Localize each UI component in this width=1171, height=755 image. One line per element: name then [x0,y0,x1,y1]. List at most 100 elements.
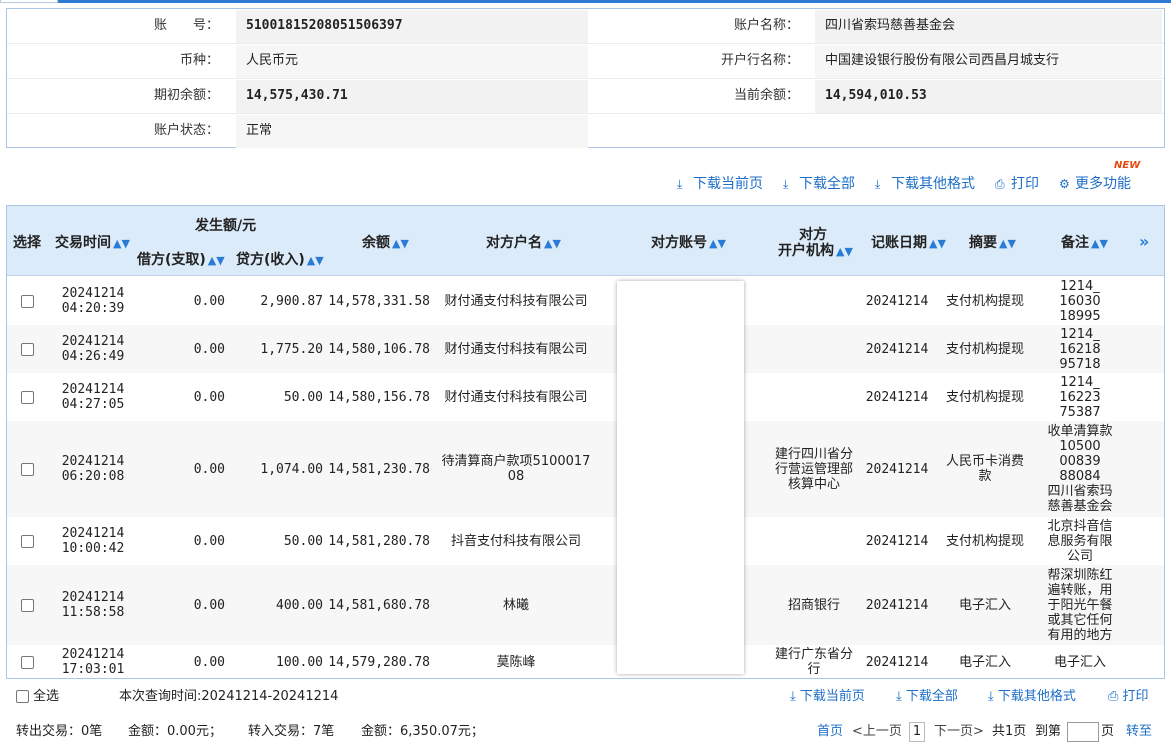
sort-icon[interactable]: ▲▼ [544,237,561,250]
table-row[interactable]: 20241214 10:00:42 0.00 50.00 14,581,280.78 抖音… [7,517,1164,565]
sort-icon[interactable]: ▲▼ [929,237,946,250]
summary-in-count: 转入交易：7笔 [248,724,335,739]
active-tab[interactable] [0,0,58,3]
header-balance[interactable]: 余额 ▲▼ [362,232,409,252]
table-footer: 全选 本次查询时间:20241214-20241214 ⤓ 下载当前页 ⤓ 下载… [0,685,1171,709]
remark-cell: 1214_ 16030 18995 [1037,277,1123,325]
table-row[interactable]: 20241214 11:58:58 0.00 400.00 14,581,680.78 林… [7,565,1164,645]
time-cell: 20241214 11:58:58 [51,565,135,645]
page-unit: 页 [1101,724,1115,739]
header-booking-date[interactable]: 记账日期 ▲▼ [871,232,946,252]
remark-text: 1214_ 16223 75387 [1059,374,1101,420]
table-row[interactable]: 20241214 17:03:01 0.00 100.00 14,579,280.78 莫… [7,645,1164,678]
row-checkbox[interactable] [20,294,34,308]
more-functions-link[interactable]: ⚙ 更多功能 [1059,174,1131,194]
header-credit[interactable]: 贷方(收入) ▲▼ [236,249,324,269]
row-checkbox[interactable] [20,342,34,356]
download-icon: ⤓ [988,689,998,704]
summary-out-count: 转出交易：0笔 [16,724,103,739]
goto-button[interactable]: 转至 [1126,720,1152,744]
summary-text: 人民币卡消费款 [945,454,1024,484]
expand-columns-icon[interactable]: » [1139,232,1149,251]
summary-text: 支付机构提现 [945,389,1024,405]
bank-text: 招商银行 [787,597,840,613]
balance-cell: 14,581,230.78 [325,421,430,517]
remark-cell: 收单清算款 10500 00839 88084 四川省索玛 慈善基金会 [1037,421,1123,517]
remark-cell: 电子汇入 [1037,645,1123,678]
table-row[interactable]: 20241214 04:27:05 0.00 50.00 14,580,156.78 财付… [7,373,1164,421]
select-all-checkbox[interactable]: 全选 [16,685,59,709]
table-row[interactable]: 20241214 04:20:39 0.00 2,900.87 14,578,331.5… [7,277,1164,325]
account-no-value: 51001815208051506397 [246,18,403,33]
header-counterparty-account[interactable]: 对方账号 ▲▼ [651,232,726,252]
table-row[interactable]: 20241214 06:20:08 0.00 1,074.00 14,581,230.7… [7,421,1164,517]
row-checkbox[interactable] [20,390,34,404]
opening-balance-label: 期初余额： [153,88,219,103]
select-cell [7,277,47,325]
row-checkbox[interactable] [20,534,34,548]
time-cell: 20241214 04:27:05 [51,373,135,421]
balance-text: 14,581,280.78 [328,533,430,549]
new-badge: NEW [1114,160,1141,171]
summary-cell: 支付机构提现 [945,325,1025,373]
account-name-label: 账户名称： [733,18,799,33]
sort-icon[interactable]: ▲▼ [1091,237,1108,250]
sort-icon[interactable]: ▲▼ [307,254,324,267]
sort-icon[interactable]: ▲▼ [709,237,726,250]
debit-text: 0.00 [193,341,225,357]
balance-text: 14,578,331.58 [328,293,430,309]
footer-download-all-link[interactable]: ⤓ 下载全部 [896,685,958,709]
first-page-link[interactable]: 首页 [817,720,843,744]
debit-cell: 0.00 [135,565,225,645]
row-checkbox[interactable] [20,598,34,612]
header-time[interactable]: 交易时间 ▲▼ [55,232,130,252]
header-summary[interactable]: 摘要 ▲▼ [969,232,1016,252]
select-cell [7,565,47,645]
footer-download-page-link[interactable]: ⤓ 下载当前页 [790,685,865,709]
row-checkbox[interactable] [20,462,34,476]
time-date: 20241214 [61,590,125,605]
time-clock: 06:20:08 [61,469,125,484]
credit-text: 1,074.00 [260,461,323,477]
sort-icon[interactable]: ▲▼ [113,237,130,250]
row-checkbox[interactable] [20,655,34,669]
credit-cell: 50.00 [227,373,323,421]
remark-text: 电子汇入 [1053,654,1106,670]
header-debit[interactable]: 借方(支取) ▲▼ [137,249,225,269]
credit-cell: 2,900.87 [227,277,323,325]
prev-page-link[interactable]: <上一页 [852,720,902,744]
debit-cell: 0.00 [135,645,225,678]
balance-cell: 14,580,156.78 [325,373,430,421]
summary-and-pager: 转出交易：0笔 金额：0.00元； 转入交易：7笔 金额：6,350.07元； … [0,720,1171,744]
goto-page-input[interactable] [1067,720,1099,744]
table-row[interactable]: 20241214 04:26:49 0.00 1,775.20 14,580,106.7… [7,325,1164,373]
summary-text: 支付机构提现 [945,293,1024,309]
footer-print-link[interactable]: ⎙ 打印 [1108,685,1149,709]
debit-text: 0.00 [193,597,225,613]
next-page-link[interactable]: 下一页> [934,720,984,744]
balance-text: 14,581,230.78 [328,461,430,477]
download-icon: ⤓ [896,689,906,704]
status-value: 正常 [246,123,273,138]
header-counterparty-bank[interactable]: 开户机构 ▲▼ [778,240,853,260]
debit-cell: 0.00 [135,277,225,325]
sort-icon[interactable]: ▲▼ [208,254,225,267]
footer-download-other-link[interactable]: ⤓ 下载其他格式 [988,685,1076,709]
bank-text: 建行广东省分行 [774,647,853,677]
sort-icon[interactable]: ▲▼ [836,245,853,258]
download-all-link[interactable]: ⤓ 下载全部 [783,174,855,194]
header-remark[interactable]: 备注 ▲▼ [1061,232,1108,252]
download-page-link[interactable]: ⤓ 下载当前页 [677,174,763,194]
print-link[interactable]: ⎙ 打印 [995,174,1039,194]
time-date: 20241214 [61,334,125,349]
date-cell: 20241214 [862,645,932,678]
sort-icon[interactable]: ▲▼ [999,237,1016,250]
sort-icon[interactable]: ▲▼ [392,237,409,250]
name-text: 莫陈峰 [496,654,536,670]
debit-text: 0.00 [193,461,225,477]
header-counterparty-name[interactable]: 对方户名 ▲▼ [486,232,561,252]
tab-underline [58,0,1171,3]
summary-cell: 支付机构提现 [945,277,1025,325]
bank-cell: 建行四川省分行营运管理部核算中心 [769,421,859,517]
download-other-link[interactable]: ⤓ 下载其他格式 [875,174,975,194]
